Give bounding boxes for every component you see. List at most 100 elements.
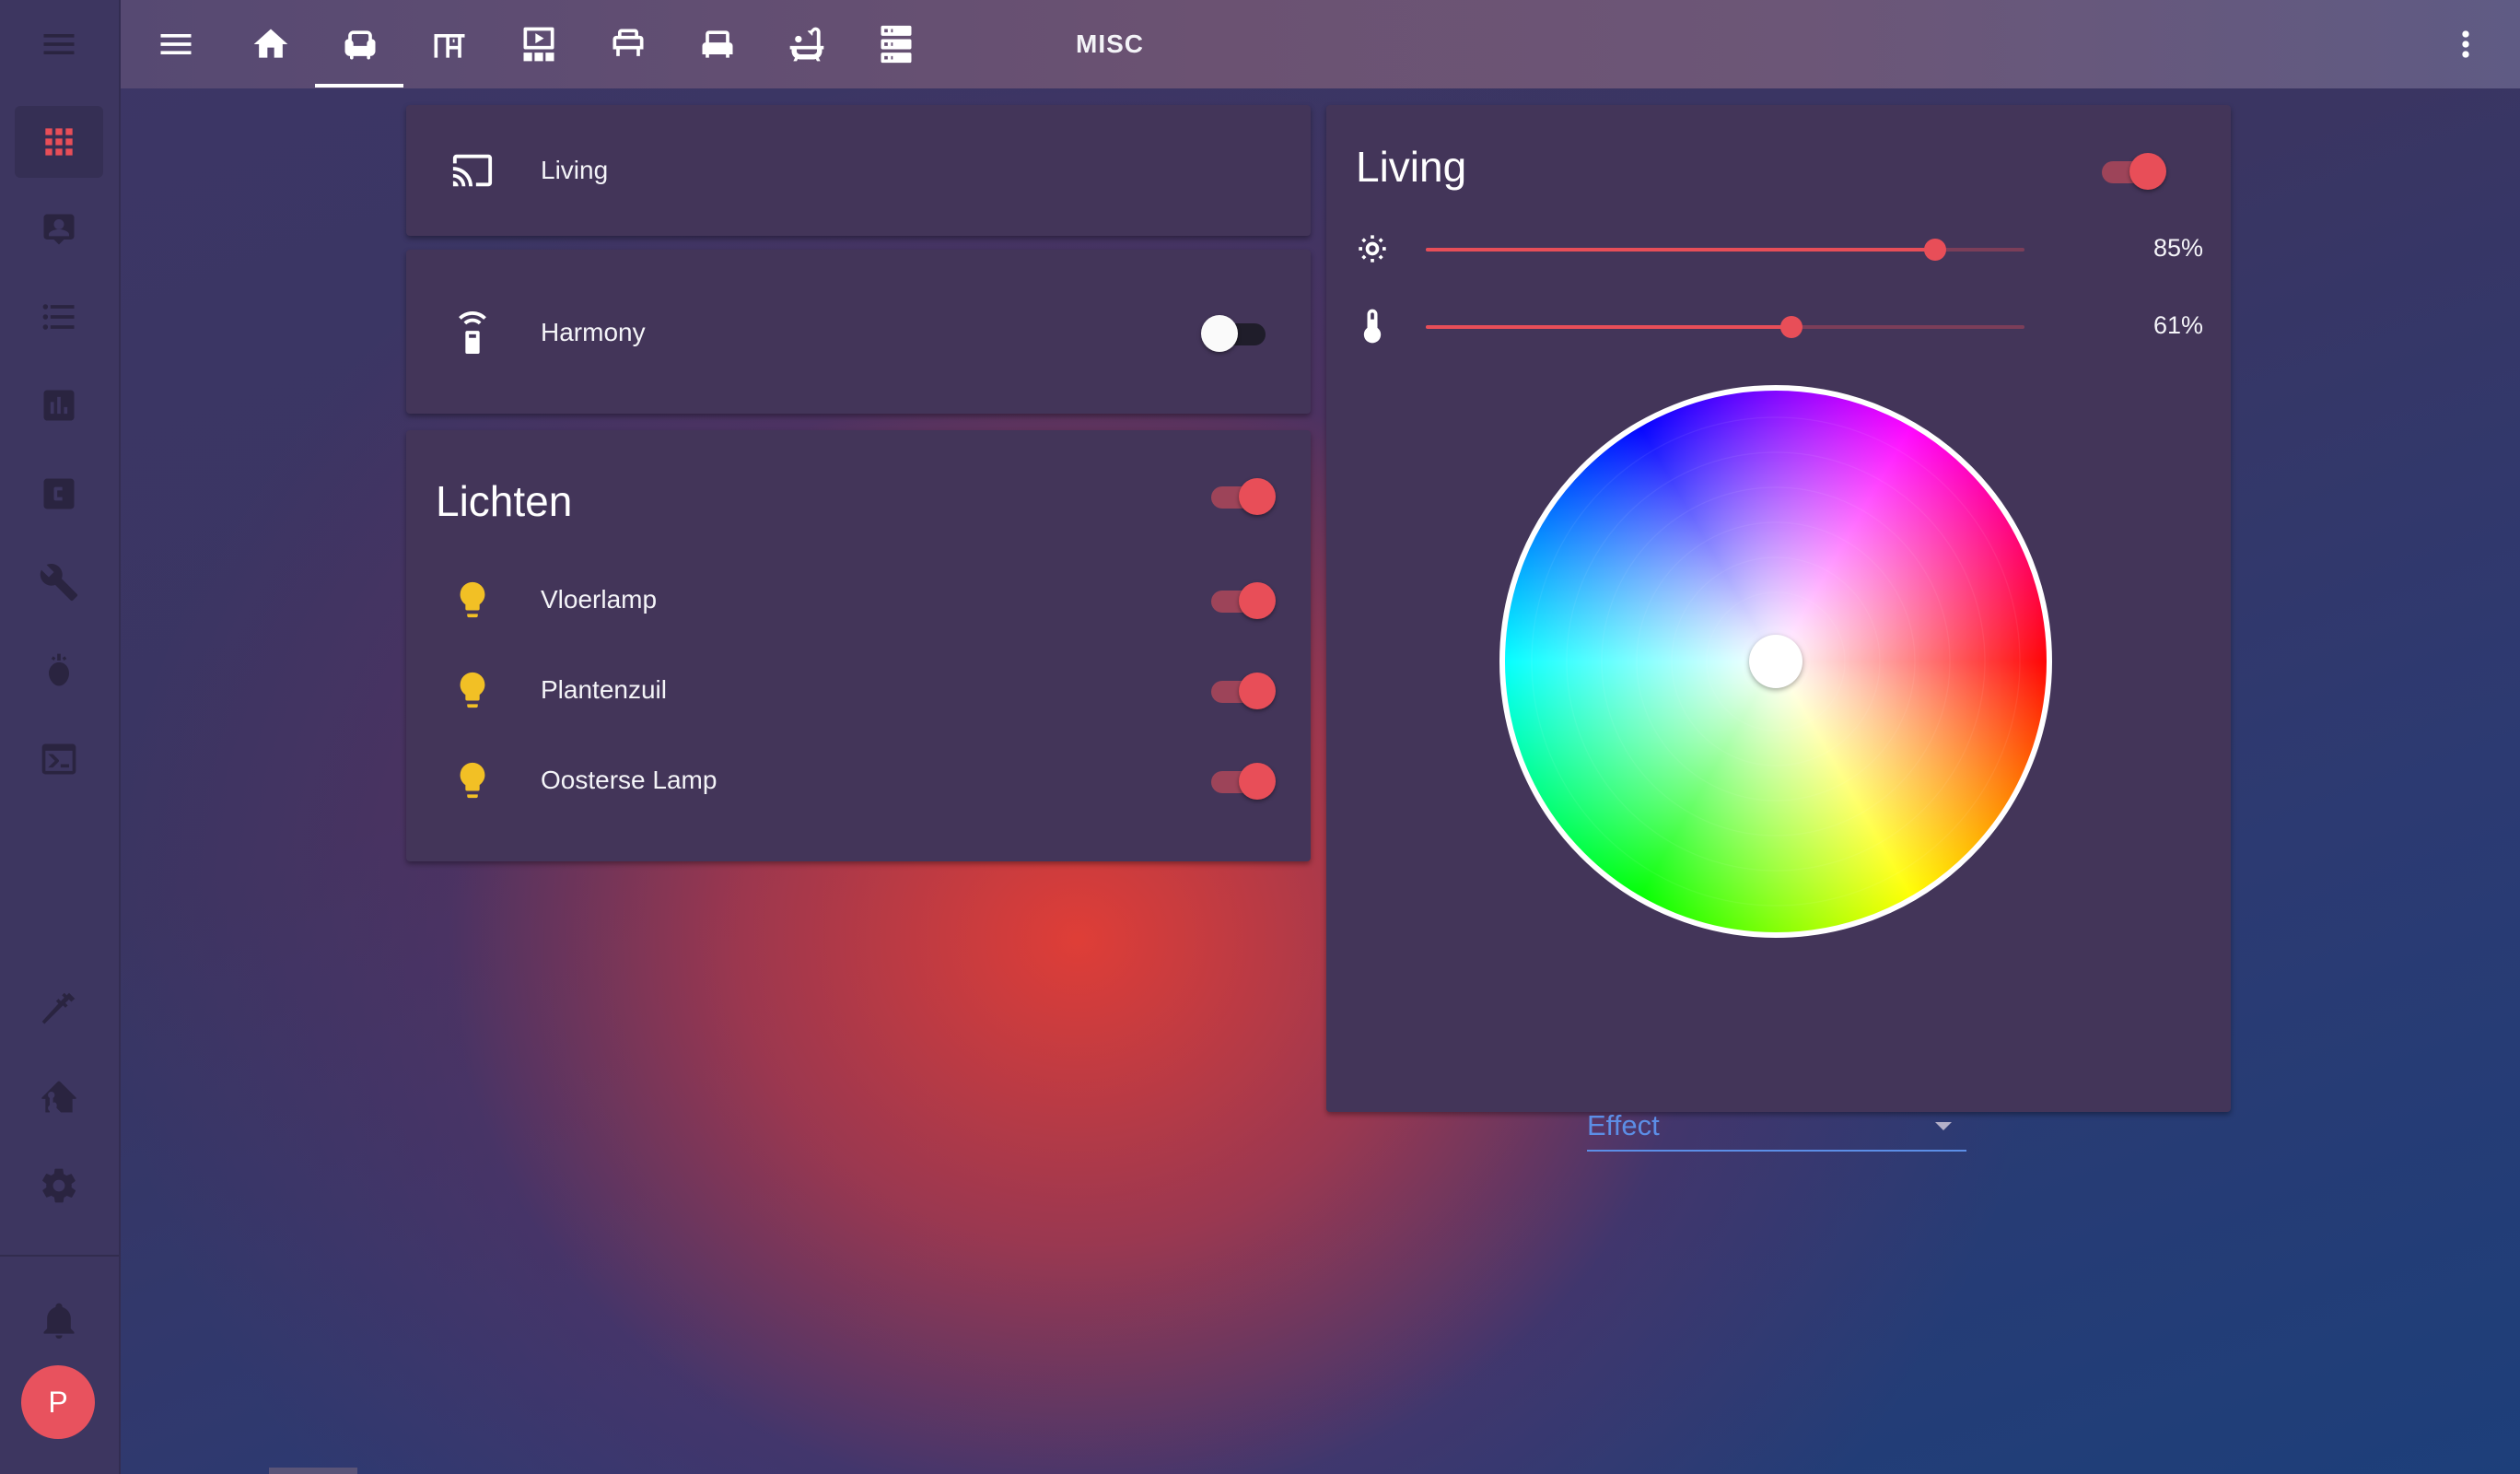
scroll-indicator (269, 1468, 357, 1474)
tab-home[interactable] (227, 0, 315, 88)
toggle-knob (1201, 315, 1238, 352)
server-icon (881, 25, 912, 64)
color-temp-slider-row: 61% (1326, 298, 2231, 354)
tab-living-room[interactable] (316, 0, 404, 88)
light-label: Vloerlamp (541, 585, 658, 614)
light-label: Plantenzuil (541, 675, 667, 704)
toggle-knob (2129, 153, 2166, 190)
sidebar-item-people[interactable] (15, 193, 103, 265)
effect-select-label: Effect (1587, 1109, 1660, 1141)
brightness-icon (1359, 235, 1386, 263)
media-player-name: Living (541, 156, 609, 184)
lightbulb-icon (449, 756, 496, 804)
hacs-icon (43, 478, 75, 509)
toggle-knob (1239, 478, 1276, 515)
sidebar-item-configuration[interactable] (15, 1150, 103, 1222)
brightness-slider-fill (1426, 248, 1935, 252)
sidebar-item-developer-tools[interactable] (15, 973, 103, 1045)
toggle-knob (1239, 582, 1276, 619)
light-toggle-oosterse-lamp[interactable] (1208, 757, 1276, 803)
light-control-card: Living 85% 61% Effect (1326, 105, 2231, 1152)
bell-icon (43, 1303, 75, 1339)
harmony-card: Harmony (406, 250, 1311, 414)
tab-bathroom[interactable] (763, 0, 851, 88)
sidebar-menu-button[interactable] (15, 22, 103, 66)
desk-icon (434, 34, 465, 58)
sidebar-item-supervisor[interactable] (15, 1061, 103, 1133)
sidebar-item-terminal[interactable] (15, 723, 103, 795)
color-wheel[interactable] (1499, 385, 2052, 938)
home-icon (253, 29, 288, 58)
sidebar-item-hacs[interactable] (15, 458, 103, 530)
bed-icon (612, 29, 644, 56)
tab-server[interactable] (852, 0, 940, 88)
overflow-menu-button[interactable] (2421, 0, 2510, 88)
light-row-vloerlamp[interactable]: Vloerlamp (406, 563, 1311, 637)
menu-icon (43, 34, 75, 54)
harmony-toggle[interactable] (1201, 310, 1269, 356)
brightness-slider-thumb[interactable] (1923, 239, 1946, 261)
terminal-icon (41, 743, 76, 775)
harmony-label: Harmony (541, 318, 646, 346)
color-temp-slider-thumb[interactable] (1779, 316, 1802, 338)
light-toggle-plantenzuil[interactable] (1208, 667, 1276, 713)
home-assistant-icon (41, 1081, 76, 1113)
harmony-row[interactable]: Harmony (406, 296, 1311, 369)
media-player-row[interactable]: Living (406, 134, 1311, 207)
node-red-icon (49, 653, 69, 686)
sidebar-item-overview[interactable] (15, 106, 103, 178)
sidebar-item-node-red[interactable] (15, 635, 103, 707)
tab-office[interactable] (405, 0, 494, 88)
brightness-value: 85% (2152, 234, 2203, 262)
menu-icon (160, 34, 192, 54)
tab-misc[interactable]: MISC (1076, 0, 1144, 88)
lightbulb-icon (449, 666, 496, 714)
thermometer-icon (1363, 309, 1382, 344)
bathtub-icon (789, 27, 824, 62)
lights-group-toggle[interactable] (1208, 473, 1276, 519)
effect-select[interactable]: Effect (1587, 1104, 1966, 1152)
hammer-icon (41, 992, 76, 1024)
cast-icon (449, 146, 496, 194)
light-control-title: Living (1356, 143, 1467, 191)
color-temp-slider[interactable] (1426, 316, 2024, 338)
lights-card: Lichten Vloerlamp Plantenzuil Oosterse L… (406, 430, 1311, 861)
list-icon (42, 304, 75, 330)
sidebar-item-tools[interactable] (15, 546, 103, 618)
light-row-plantenzuil[interactable]: Plantenzuil (406, 653, 1311, 727)
lightbulb-icon (449, 576, 496, 624)
avatar-initial: P (48, 1385, 68, 1419)
active-tab-indicator (315, 84, 403, 88)
light-row-oosterse-lamp[interactable]: Oosterse Lamp (406, 743, 1311, 817)
media-player-card[interactable]: Living (406, 105, 1311, 236)
toggle-knob (1239, 763, 1276, 800)
sidebar-divider (0, 1255, 119, 1257)
account-box-icon (43, 214, 75, 245)
wrench-icon (40, 564, 78, 602)
color-temp-slider-fill (1426, 325, 1791, 329)
color-wheel-handle[interactable] (1749, 635, 1802, 688)
sidebar: P (0, 0, 121, 1474)
top-app-bar: MISC (121, 0, 2520, 88)
lights-card-title: Lichten (436, 477, 573, 525)
avatar[interactable]: P (21, 1365, 95, 1439)
topbar-menu-button[interactable] (132, 0, 220, 88)
sidebar-item-logbook[interactable] (15, 281, 103, 353)
toggle-knob (1239, 673, 1276, 709)
tab-bedroom[interactable] (584, 0, 672, 88)
tab-media-room[interactable] (495, 0, 583, 88)
sidebar-item-history[interactable] (15, 369, 103, 441)
brightness-slider[interactable] (1426, 239, 2024, 261)
color-temp-value: 61% (2152, 311, 2203, 339)
chevron-down-icon (1935, 1122, 1952, 1130)
light-toggle-vloerlamp[interactable] (1208, 577, 1276, 623)
chart-bar-icon (43, 390, 75, 421)
light-control-toggle[interactable] (2098, 147, 2166, 193)
dots-vertical-icon (2462, 30, 2469, 58)
notifications-button[interactable] (15, 1284, 103, 1356)
apps-grid-icon (45, 128, 73, 156)
tab-seat[interactable] (673, 0, 762, 88)
remote-icon (449, 309, 496, 357)
brightness-slider-row: 85% (1326, 221, 2231, 276)
media-room-icon (523, 27, 554, 62)
